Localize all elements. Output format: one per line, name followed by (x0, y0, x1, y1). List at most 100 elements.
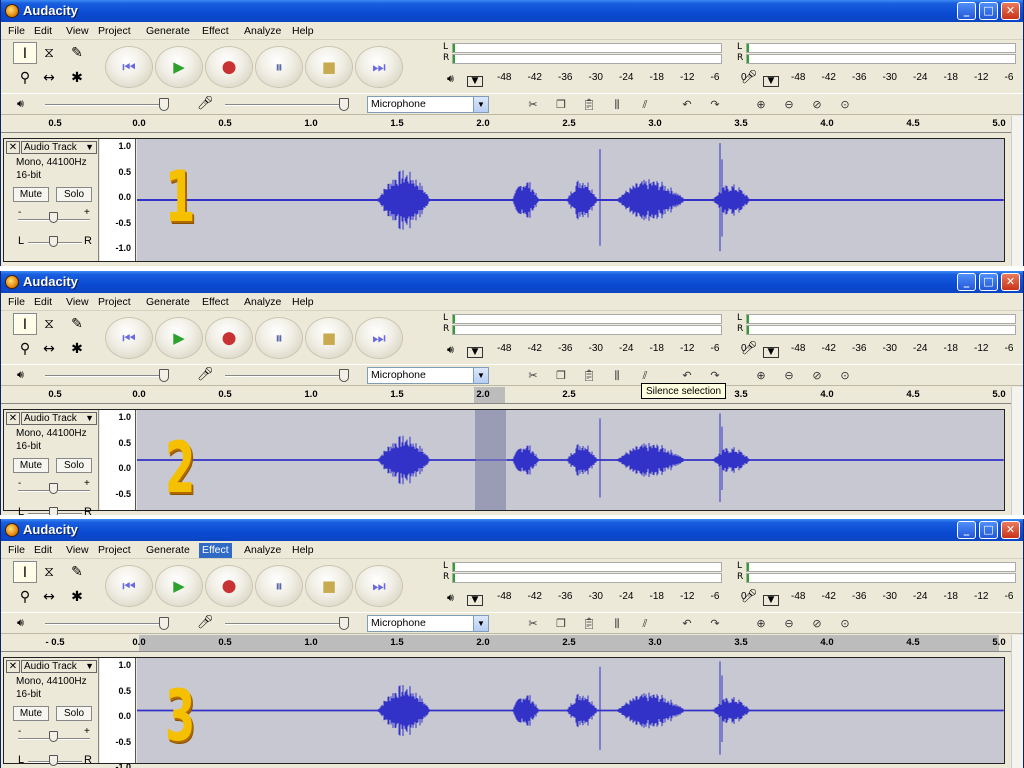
undo-button[interactable]: ↶ (675, 96, 699, 114)
gain-thumb[interactable] (49, 483, 58, 494)
selection-tool-icon[interactable]: I (13, 313, 37, 335)
menu-generate[interactable]: Generate (143, 24, 193, 39)
fit-project-button[interactable]: ⊙ (833, 96, 857, 114)
output-volume-slider[interactable] (45, 104, 167, 106)
skip-to-end-button[interactable]: ⏭ (356, 318, 402, 358)
zoom-tool-icon[interactable]: ⚲ (13, 586, 37, 608)
silence-button[interactable]: ⫽ (633, 615, 657, 633)
multi-tool-icon[interactable]: ✱ (65, 586, 89, 608)
solo-button[interactable]: Solo (56, 187, 92, 202)
recording-meter[interactable]: L R 🎤︎ ▼ -48-42-36-30-24-18-12-60 (731, 42, 1023, 92)
input-source-select[interactable]: Microphone ▼ (367, 615, 489, 632)
chevron-down-icon[interactable]: ▼ (467, 595, 483, 606)
minimize-button[interactable]: _ (957, 273, 976, 291)
close-button[interactable]: ✕ (1001, 2, 1020, 20)
redo-button[interactable]: ↷ (703, 96, 727, 114)
menu-project[interactable]: Project (95, 295, 134, 310)
chevron-down-icon[interactable]: ▼ (467, 76, 483, 87)
trim-button[interactable]: ⫼ (605, 96, 629, 114)
trim-button[interactable]: ⫼ (605, 367, 629, 385)
fit-selection-button[interactable]: ⊘ (805, 615, 829, 633)
solo-button[interactable]: Solo (56, 458, 92, 473)
menu-edit[interactable]: Edit (31, 295, 55, 310)
input-source-select[interactable]: Microphone ▼ (367, 367, 489, 384)
menu-view[interactable]: View (63, 543, 92, 558)
chevron-down-icon[interactable]: ▼ (467, 347, 483, 358)
zoom-in-button[interactable]: ⊕ (749, 615, 773, 633)
chevron-down-icon[interactable]: ▼ (763, 347, 779, 358)
menu-project[interactable]: Project (95, 543, 134, 558)
output-volume-thumb[interactable] (159, 98, 169, 111)
microphone-icon[interactable]: 🎤︎ (741, 341, 758, 356)
playback-meter[interactable]: L R 🔊︎ ▼ -48 -42 -36 -30 -24 -18 -12 -6 0 (437, 561, 747, 611)
copy-button[interactable]: ❐ (549, 96, 573, 114)
cut-button[interactable]: ✂ (521, 96, 545, 114)
cut-button[interactable]: ✂ (521, 615, 545, 633)
draw-tool-icon[interactable]: ✎ (65, 561, 89, 583)
menu-view[interactable]: View (63, 295, 92, 310)
menu-effect[interactable]: Effect (199, 24, 232, 39)
multi-tool-icon[interactable]: ✱ (65, 338, 89, 360)
output-volume-thumb[interactable] (159, 617, 169, 630)
selection-tool-icon[interactable]: I (13, 42, 37, 64)
mute-button[interactable]: Mute (13, 187, 49, 202)
title-bar[interactable]: Audacity _ □ ✕ (1, 519, 1023, 541)
menu-edit[interactable]: Edit (31, 24, 55, 39)
input-volume-thumb[interactable] (339, 369, 349, 382)
chevron-down-icon[interactable]: ▼ (763, 76, 779, 87)
minimize-button[interactable]: _ (957, 521, 976, 539)
zoom-in-button[interactable]: ⊕ (749, 367, 773, 385)
draw-tool-icon[interactable]: ✎ (65, 313, 89, 335)
title-bar[interactable]: Audacity _ □ ✕ (1, 0, 1023, 22)
mute-button[interactable]: Mute (13, 458, 49, 473)
stop-button[interactable]: ■ (306, 318, 352, 358)
pan-thumb[interactable] (49, 236, 58, 247)
menu-analyze[interactable]: Analyze (241, 295, 284, 310)
menu-effect[interactable]: Effect (199, 295, 232, 310)
microphone-icon[interactable]: 🎤︎ (741, 70, 758, 85)
timeline-ruler[interactable]: - 0.5 0.0 0.5 1.0 1.5 2.0 2.5 3.0 3.5 4.0 4.5 5.0 (1, 635, 1011, 652)
menu-effect[interactable]: Effect (199, 543, 232, 558)
input-volume-slider[interactable] (225, 623, 347, 625)
record-button[interactable]: ● (206, 318, 252, 358)
menu-file[interactable]: File (5, 543, 28, 558)
title-bar[interactable]: Audacity _ □ ✕ (1, 271, 1023, 293)
menu-analyze[interactable]: Analyze (241, 24, 284, 39)
track-name-menu[interactable]: Audio Track ▼ (21, 660, 97, 673)
skip-to-end-button[interactable]: ⏭ (356, 566, 402, 606)
zoom-out-button[interactable]: ⊖ (777, 96, 801, 114)
menu-edit[interactable]: Edit (31, 543, 55, 558)
time-shift-tool-icon[interactable]: ↔ (37, 67, 61, 89)
menu-generate[interactable]: Generate (143, 295, 193, 310)
menu-file[interactable]: File (5, 295, 28, 310)
minimize-button[interactable]: _ (957, 2, 976, 20)
close-button[interactable]: ✕ (1001, 273, 1020, 291)
recording-meter[interactable]: L R 🎤︎ ▼ -48-42-36-30-24-18-12-60 (731, 561, 1023, 611)
input-volume-thumb[interactable] (339, 98, 349, 111)
fit-project-button[interactable]: ⊙ (833, 367, 857, 385)
silence-button[interactable]: ⫽ (633, 96, 657, 114)
maximize-button[interactable]: □ (979, 2, 998, 20)
waveform-area[interactable]: 1 (137, 139, 1004, 261)
close-button[interactable]: ✕ (1001, 521, 1020, 539)
menu-file[interactable]: File (5, 24, 28, 39)
undo-button[interactable]: ↶ (675, 615, 699, 633)
fit-selection-button[interactable]: ⊘ (805, 367, 829, 385)
vertical-scrollbar[interactable] (1011, 635, 1023, 768)
maximize-button[interactable]: □ (979, 273, 998, 291)
menu-view[interactable]: View (63, 24, 92, 39)
skip-to-start-button[interactable]: ⏮ (106, 47, 152, 87)
gain-thumb[interactable] (49, 212, 58, 223)
paste-button[interactable]: 📋︎ (577, 367, 601, 385)
track-name-menu[interactable]: Audio Track ▼ (21, 412, 97, 425)
vertical-scrollbar[interactable] (1011, 116, 1023, 266)
output-volume-thumb[interactable] (159, 369, 169, 382)
close-icon[interactable]: ✕ (6, 141, 20, 154)
skip-to-end-button[interactable]: ⏭ (356, 47, 402, 87)
input-volume-slider[interactable] (225, 375, 347, 377)
play-button[interactable]: ▶ (156, 566, 202, 606)
time-shift-tool-icon[interactable]: ↔ (37, 586, 61, 608)
speaker-icon[interactable]: 🔊︎ (447, 72, 454, 86)
play-button[interactable]: ▶ (156, 318, 202, 358)
menu-help[interactable]: Help (289, 295, 317, 310)
